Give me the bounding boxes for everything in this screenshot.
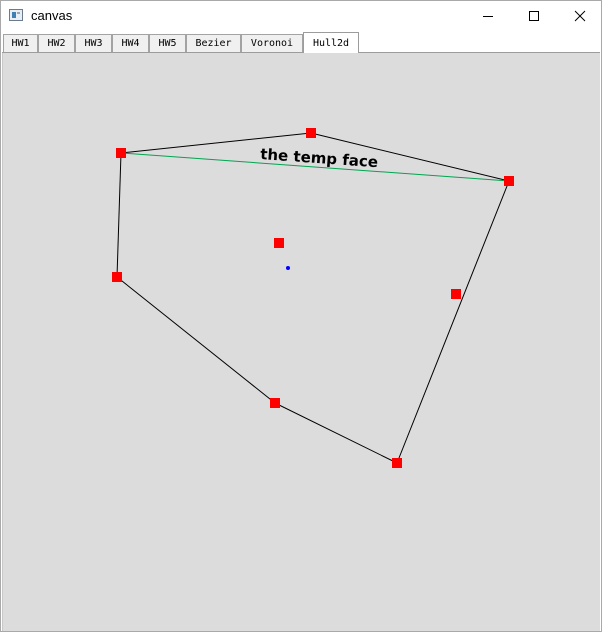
- tab-bezier[interactable]: Bezier: [186, 34, 241, 52]
- tab-hw1[interactable]: HW1: [3, 34, 38, 52]
- hull-point[interactable]: [112, 272, 122, 282]
- hull-point[interactable]: [392, 458, 402, 468]
- hull-edges: [116, 132, 510, 464]
- hull-point[interactable]: [116, 148, 126, 158]
- hull-points: [112, 128, 514, 468]
- app-window: canvas HW1 HW2 HW3 HW4 HW5 Bezier Vorono…: [0, 0, 602, 632]
- maximize-button[interactable]: [511, 1, 557, 31]
- drawing-canvas[interactable]: the temp face: [2, 53, 600, 631]
- interior-point[interactable]: [451, 289, 461, 299]
- app-window-icon: [9, 9, 23, 21]
- tab-voronoi[interactable]: Voronoi: [241, 34, 303, 52]
- window-title: canvas: [31, 8, 73, 23]
- hull-edge: [396, 180, 510, 464]
- tab-hw3[interactable]: HW3: [75, 34, 112, 52]
- hull-drawing: the temp face: [112, 128, 514, 468]
- close-button[interactable]: [557, 1, 602, 31]
- hull-point[interactable]: [504, 176, 514, 186]
- minimize-icon: [483, 16, 493, 17]
- hull-edge: [116, 276, 276, 404]
- hull-point[interactable]: [306, 128, 316, 138]
- maximize-icon: [529, 11, 539, 21]
- close-icon: [574, 10, 586, 22]
- center-point: [286, 266, 290, 270]
- hull-edge: [274, 402, 398, 464]
- hull-edge: [116, 152, 122, 278]
- hull-point[interactable]: [270, 398, 280, 408]
- interior-point[interactable]: [274, 238, 284, 248]
- title-bar[interactable]: canvas: [1, 1, 601, 31]
- tab-bar: HW1 HW2 HW3 HW4 HW5 Bezier Voronoi Hull2…: [2, 32, 600, 53]
- tab-hw4[interactable]: HW4: [112, 34, 149, 52]
- tab-hw5[interactable]: HW5: [149, 34, 186, 52]
- tab-hw2[interactable]: HW2: [38, 34, 75, 52]
- tab-hull2d[interactable]: Hull2d: [303, 32, 359, 53]
- minimize-button[interactable]: [465, 1, 511, 31]
